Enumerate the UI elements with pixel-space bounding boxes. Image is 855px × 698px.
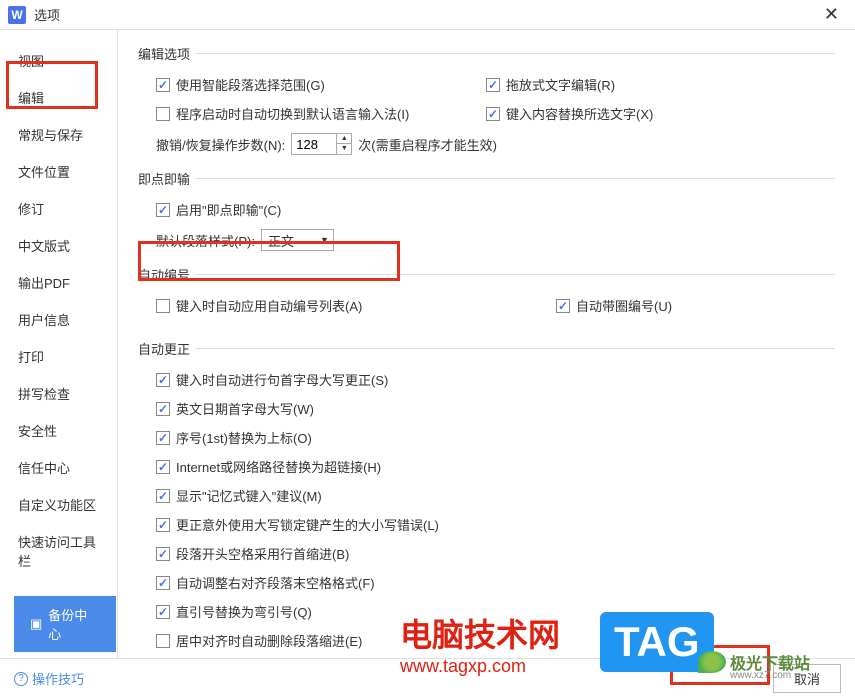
sidebar-item-edit[interactable]: 编辑 [0,79,117,116]
main-panel: 编辑选项 使用智能段落选择范围(G) 拖放式文字编辑(R) 程序启动时自动切换到… [118,30,855,658]
sidebar-item-custom-ribbon[interactable]: 自定义功能区 [0,486,117,523]
sidebar-item-spellcheck[interactable]: 拼写检查 [0,375,117,412]
checkbox-icon [486,107,500,121]
tips-link[interactable]: ? 操作技巧 [14,669,84,688]
checkbox-icon [156,299,170,313]
undo-steps-spinbox[interactable]: ▲▼ [291,133,352,155]
section-title: 自动编号 [138,265,190,284]
default-style-select[interactable]: 正文 ▼ [261,229,334,251]
section-auto-number: 自动编号 键入时自动应用自动编号列表(A) 自动带圈编号(U) [138,265,835,325]
undo-steps-suffix: 次(需重启程序才能生效) [358,135,497,154]
backup-icon: ▣ [30,616,42,632]
section-title: 即点即输 [138,169,190,188]
checkbox-icon [156,634,170,648]
checkbox-icon [156,547,170,561]
checkbox-autocorrect-item[interactable]: 段落开头空格采用行首缩进(B) [156,544,349,563]
checkbox-icon [156,489,170,503]
sidebar-item-print[interactable]: 打印 [0,338,117,375]
checkbox-drag-text[interactable]: 拖放式文字编辑(R) [486,75,615,94]
section-title: 自动更正 [138,339,190,358]
checkbox-autocorrect-item[interactable]: 居中对齐时自动删除段落缩进(E) [156,631,362,650]
backup-center-button[interactable]: ▣ 备份中心 [14,596,116,652]
checkbox-autocorrect-item[interactable]: 直引号替换为弯引号(Q) [156,602,312,621]
sidebar-item-view[interactable]: 视图 [0,42,117,79]
checkbox-icon [156,431,170,445]
help-icon: ? [14,672,28,686]
sidebar-item-output-pdf[interactable]: 输出PDF [0,264,117,301]
footer: ? 操作技巧 取消 [0,658,855,698]
checkbox-icon [156,203,170,217]
checkbox-icon [156,107,170,121]
default-style-label: 默认段落样式(P): [156,231,255,250]
sidebar: 视图 编辑 常规与保存 文件位置 修订 中文版式 输出PDF 用户信息 打印 拼… [0,30,118,658]
checkbox-icon [156,576,170,590]
checkbox-autocorrect-item[interactable]: 显示"记忆式键入"建议(M) [156,486,322,505]
checkbox-icon [156,605,170,619]
checkbox-autocorrect-item[interactable]: 键入时自动进行句首字母大写更正(S) [156,370,388,389]
titlebar: W 选项 ✕ [0,0,855,30]
checkbox-smart-paragraph[interactable]: 使用智能段落选择范围(G) [156,75,466,94]
sidebar-item-trust-center[interactable]: 信任中心 [0,449,117,486]
checkbox-auto-switch-ime[interactable]: 程序启动时自动切换到默认语言输入法(I) [156,104,466,123]
sidebar-item-general-save[interactable]: 常规与保存 [0,116,117,153]
sidebar-item-user-info[interactable]: 用户信息 [0,301,117,338]
cancel-button[interactable]: 取消 [773,664,841,693]
undo-steps-input[interactable] [292,134,336,154]
sidebar-item-file-location[interactable]: 文件位置 [0,153,117,190]
checkbox-icon [156,402,170,416]
checkbox-icon [556,299,570,313]
checkbox-enable-click-type[interactable]: 启用"即点即输"(C) [156,200,281,219]
checkbox-icon [156,373,170,387]
app-icon: W [8,6,26,24]
section-click-type: 即点即输 启用"即点即输"(C) 默认段落样式(P): 正文 ▼ [138,169,835,251]
checkbox-autocorrect-item[interactable]: Internet或网络路径替换为超链接(H) [156,457,381,476]
checkbox-autocorrect-item[interactable]: 英文日期首字母大写(W) [156,399,314,418]
checkbox-replace-selection[interactable]: 键入内容替换所选文字(X) [486,104,653,123]
sidebar-item-chinese-layout[interactable]: 中文版式 [0,227,117,264]
sidebar-item-revision[interactable]: 修订 [0,190,117,227]
sidebar-item-security[interactable]: 安全性 [0,412,117,449]
checkbox-auto-number-list[interactable]: 键入时自动应用自动编号列表(A) [156,296,536,315]
checkbox-icon [156,460,170,474]
spin-up-icon[interactable]: ▲ [337,134,351,144]
close-icon[interactable]: ✕ [816,4,847,25]
checkbox-circle-number[interactable]: 自动带圈编号(U) [556,296,672,315]
section-title: 编辑选项 [138,44,190,63]
checkbox-icon [156,518,170,532]
checkbox-icon [486,78,500,92]
chevron-down-icon: ▼ [320,235,329,245]
section-auto-correct: 自动更正 键入时自动进行句首字母大写更正(S) 英文日期首字母大写(W) 序号(1s… [138,339,835,658]
checkbox-autocorrect-item[interactable]: 序号(1st)替换为上标(O) [156,428,312,447]
section-edit-options: 编辑选项 使用智能段落选择范围(G) 拖放式文字编辑(R) 程序启动时自动切换到… [138,44,835,155]
checkbox-icon [156,78,170,92]
checkbox-autocorrect-item[interactable]: 更正意外使用大写锁定键产生的大小写错误(L) [156,515,439,534]
undo-steps-label: 撤销/恢复操作步数(N): [156,135,285,154]
checkbox-autocorrect-item[interactable]: 自动调整右对齐段落末空格格式(F) [156,573,375,592]
spin-down-icon[interactable]: ▼ [337,144,351,154]
sidebar-item-quick-access[interactable]: 快速访问工具栏 [0,523,117,579]
window-title: 选项 [34,5,816,24]
